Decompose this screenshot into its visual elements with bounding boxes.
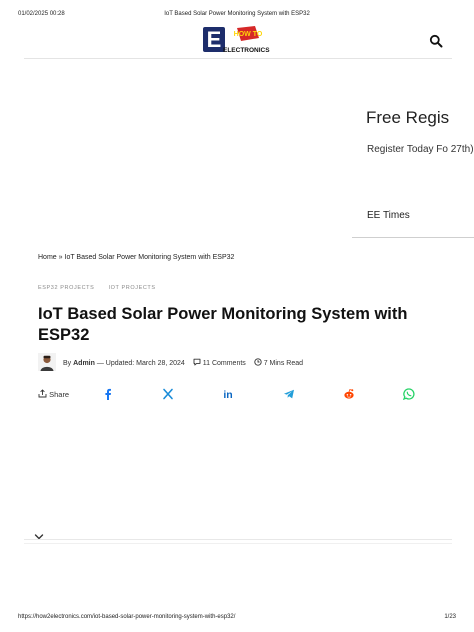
site-logo[interactable]: E HOW TO ELECTRONICS [203, 26, 273, 54]
breadcrumb-separator: » [58, 254, 63, 261]
by-label: By [63, 360, 72, 367]
header-divider [24, 58, 452, 59]
logo-letter: E [207, 27, 222, 52]
category-tags: ESP32 PROJECTS IOT PROJECTS [38, 285, 168, 291]
share-label: Share [49, 390, 70, 399]
author-link[interactable]: Admin [73, 360, 95, 367]
logo-graphic: E HOW TO ELECTRONICS [203, 26, 270, 54]
linkedin-icon[interactable]: in [222, 387, 234, 401]
bottom-divider-secondary [24, 543, 452, 544]
bottom-divider [24, 539, 452, 540]
svg-text:in: in [223, 389, 232, 400]
ad-banner[interactable]: Free Regis Register Today Fo 27th). EE T… [352, 86, 474, 238]
share-button[interactable]: Share [38, 389, 69, 399]
page-title: IoT Based Solar Power Monitoring System … [38, 305, 408, 344]
article-meta: By Admin — Updated: March 28, 2024 11 Co… [63, 358, 303, 367]
read-time: 7 Mins Read [263, 360, 303, 367]
comments-count[interactable]: 11 Comments [203, 360, 246, 367]
share-icon [38, 389, 47, 398]
x-icon[interactable] [162, 387, 174, 400]
avatar[interactable] [38, 353, 56, 371]
ad-brand: EE Times [367, 210, 410, 221]
facebook-icon[interactable] [102, 387, 114, 400]
print-doc-title: IoT Based Solar Power Monitoring System … [164, 11, 310, 17]
breadcrumb: Home » IoT Based Solar Power Monitoring … [38, 254, 234, 261]
tag-esp32-projects[interactable]: ESP32 PROJECTS [38, 285, 94, 291]
logo-wordmark: ELECTRONICS [223, 47, 270, 54]
telegram-icon[interactable] [283, 387, 295, 399]
ad-title: Free Regis [366, 108, 450, 127]
breadcrumb-home[interactable]: Home [38, 254, 57, 261]
whatsapp-icon[interactable] [402, 387, 415, 401]
comment-icon [193, 358, 201, 366]
clock-icon [254, 358, 262, 366]
ad-subtitle: Register Today Fo 27th). [367, 144, 474, 155]
search-icon[interactable] [429, 34, 443, 48]
tag-iot-projects[interactable]: IOT PROJECTS [109, 285, 156, 291]
updated-date: March 28, 2024 [136, 360, 185, 367]
breadcrumb-current: IoT Based Solar Power Monitoring System … [64, 254, 235, 261]
print-url: https://how2electronics.com/iot-based-so… [18, 614, 236, 620]
reddit-icon[interactable] [343, 387, 355, 399]
chevron-down-icon[interactable] [34, 528, 44, 540]
updated-label: — Updated: [96, 360, 135, 367]
print-page-number: 1/23 [444, 614, 456, 620]
logo-badge: HOW TO [234, 31, 263, 38]
ad-divider [352, 237, 474, 238]
